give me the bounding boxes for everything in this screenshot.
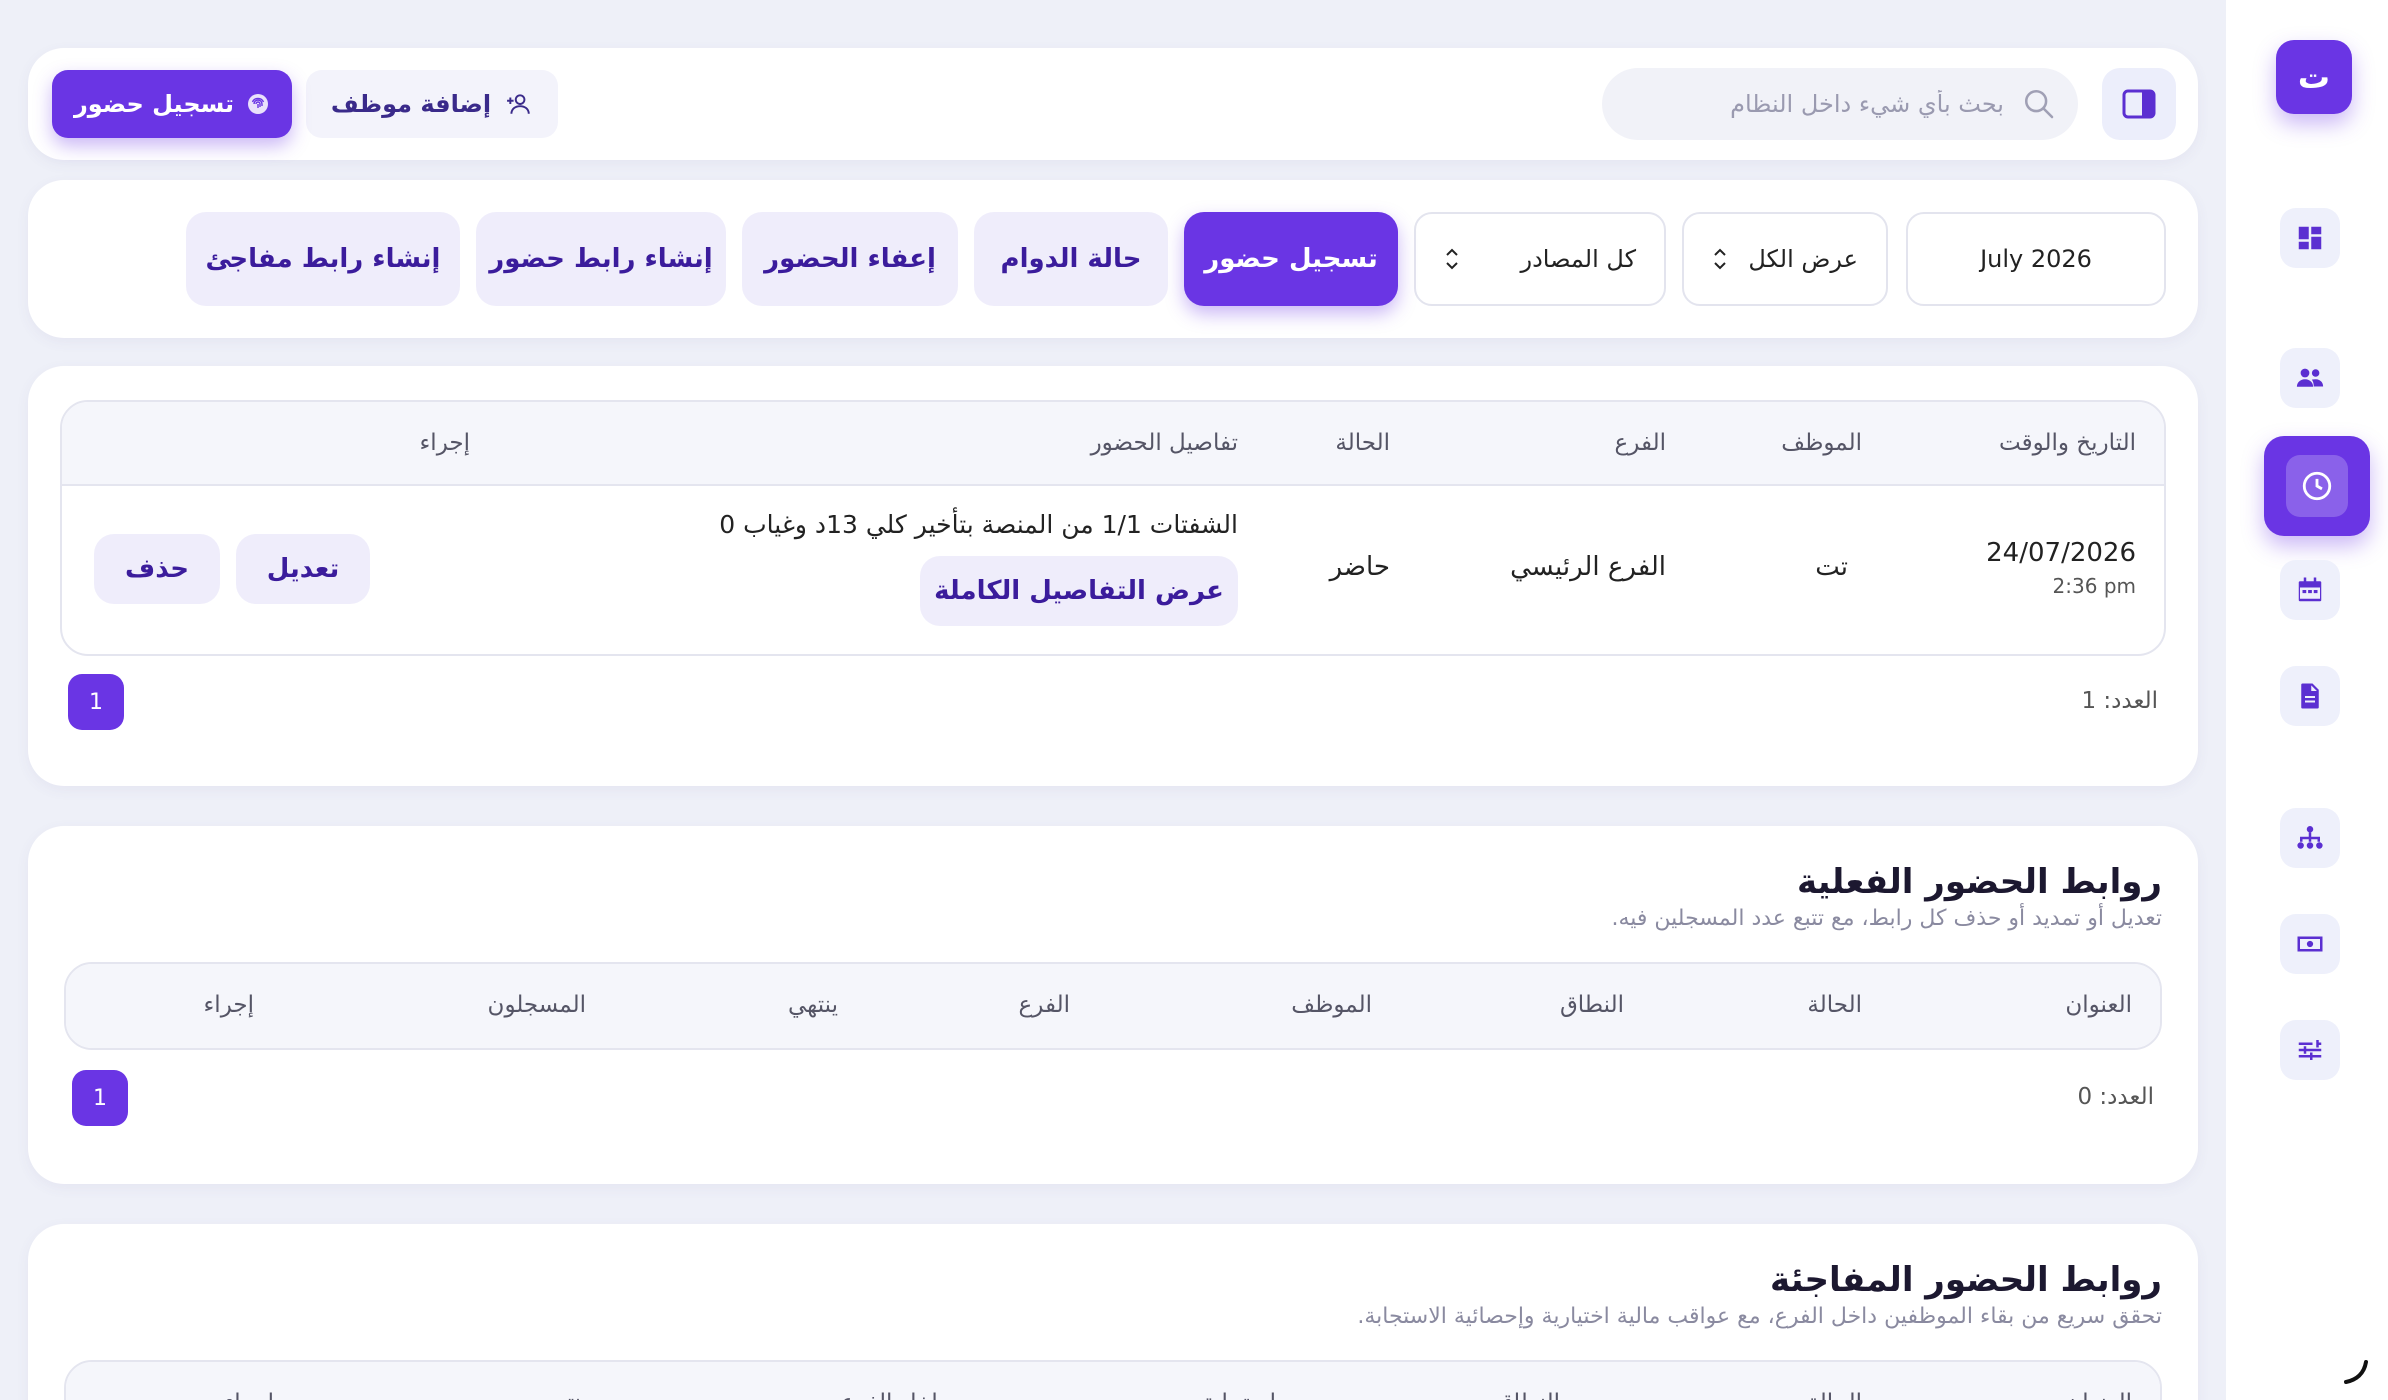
sidebar-item-payroll[interactable]	[2280, 914, 2340, 974]
tab-shift-status[interactable]: حالة الدوام	[974, 212, 1168, 306]
active-links-table: العنوان الحالة النطاق الموظف الفرع ينتهي…	[64, 962, 2162, 1050]
sidebar-item-employees[interactable]	[2280, 348, 2340, 408]
month-picker[interactable]: July 2026	[1906, 212, 2166, 306]
pagination-page-1[interactable]: 1	[72, 1070, 128, 1126]
col-ends: ينتهي	[787, 992, 838, 1018]
create-attendance-link-button[interactable]: إنشاء رابط حضور	[476, 212, 726, 306]
select-arrows-icon	[1446, 248, 1458, 270]
sidebar-item-attendance-inner	[2286, 455, 2348, 517]
col-inside-branch: داخل الفرع	[841, 1390, 948, 1400]
corner-loader-icon	[2344, 1360, 2368, 1384]
tab-attendance-exemption[interactable]: إعفاء الحضور	[742, 212, 958, 306]
global-search[interactable]	[1602, 68, 2078, 140]
active-links-subtitle: تعديل أو تمديد أو حذف كل رابط، مع تتبع ع…	[1611, 906, 2162, 931]
col-scope: النطاق	[1559, 992, 1624, 1018]
clock-icon	[2302, 471, 2332, 501]
attendance-records-card: التاريخ والوقت الموظف الفرع الحالة تفاصي…	[28, 366, 2198, 786]
document-icon	[2301, 683, 2319, 709]
col-scope: النطاق	[1496, 1390, 1560, 1400]
search-input[interactable]	[1624, 90, 2004, 118]
row-details-text: الشفتات 1/1 من المنصة بتأخير كلي 13د وغي…	[719, 510, 1238, 539]
surprise-links-card: روابط الحضور المفاجئة تحقق سريع من بقاء …	[28, 1224, 2198, 1400]
add-employee-label: إضافة موظف	[330, 90, 492, 118]
attendance-table: التاريخ والوقت الموظف الفرع الحالة تفاصي…	[60, 400, 2166, 656]
row-employee: تت	[1815, 552, 1848, 582]
table-row: 24/07/2026 2:36 pm تت الفرع الرئيسي حاضر…	[62, 486, 2164, 654]
select-arrows-icon	[1714, 248, 1726, 270]
view-select[interactable]: عرض الكل	[1682, 212, 1888, 306]
active-links-card: روابط الحضور الفعلية تعديل أو تمديد أو ح…	[28, 826, 2198, 1184]
sidebar-item-attendance[interactable]	[2264, 436, 2370, 536]
sidebar-item-calendar[interactable]	[2280, 560, 2340, 620]
add-user-icon	[507, 94, 530, 114]
sidebar-item-settings[interactable]	[2280, 1020, 2340, 1080]
active-links-table-header: العنوان الحالة النطاق الموظف الفرع ينتهي…	[66, 964, 2160, 1048]
col-ends: ينتهي	[538, 1390, 588, 1400]
sidebar-item-documents[interactable]	[2280, 666, 2340, 726]
app-logo-letter: ت	[2297, 58, 2331, 96]
month-picker-value: July 2026	[1980, 245, 2092, 273]
surprise-links-table-header: العنوان الحالة النطاق استجابة داخل الفرع…	[66, 1362, 2160, 1400]
col-action: إجراء	[203, 992, 254, 1018]
col-status: الحالة	[1807, 992, 1862, 1018]
col-branch: الفرع	[1614, 430, 1666, 456]
col-branch: الفرع	[1018, 992, 1070, 1018]
surprise-links-title: روابط الحضور المفاجئة	[1770, 1260, 2162, 1300]
col-title: العنوان	[2065, 1390, 2132, 1400]
row-time: 2:36 pm	[2052, 574, 2136, 598]
active-links-title: روابط الحضور الفعلية	[1797, 862, 2162, 902]
tab-record-attendance[interactable]: تسجيل حضور	[1184, 212, 1398, 306]
col-response: استجابة	[1203, 1390, 1276, 1400]
record-attendance-header-label: تسجيل حضور	[73, 90, 235, 118]
add-employee-button[interactable]: إضافة موظف	[306, 70, 558, 138]
source-select-value: كل المصادر	[1520, 245, 1637, 273]
surprise-links-subtitle: تحقق سريع من بقاء الموظفين داخل الفرع، م…	[1357, 1304, 2162, 1329]
dashboard-icon	[2298, 226, 2322, 250]
row-date: 24/07/2026	[1986, 538, 2136, 568]
view-full-details-button[interactable]: عرض التفاصيل الكاملة	[920, 556, 1238, 626]
attendance-table-header: التاريخ والوقت الموظف الفرع الحالة تفاصي…	[62, 402, 2164, 486]
sidebar-toggle-icon	[2122, 89, 2156, 119]
view-select-value: عرض الكل	[1748, 245, 1858, 273]
cash-icon	[2297, 936, 2323, 952]
org-chart-icon	[2297, 826, 2323, 849]
surprise-links-table: العنوان الحالة النطاق استجابة داخل الفرع…	[64, 1360, 2162, 1400]
fingerprint-icon	[248, 94, 269, 114]
pagination-page-1[interactable]: 1	[68, 674, 124, 730]
col-status: الحالة	[1807, 1390, 1862, 1400]
sidebar: ت	[2226, 0, 2388, 1400]
app-logo[interactable]: ت	[2276, 40, 2352, 114]
search-icon	[2024, 89, 2054, 119]
col-status: الحالة	[1335, 430, 1390, 456]
row-status: حاضر	[1329, 552, 1390, 582]
sidebar-item-organization[interactable]	[2280, 808, 2340, 868]
col-action: إجراء	[223, 1390, 274, 1400]
source-select[interactable]: كل المصادر	[1414, 212, 1666, 306]
col-registered: المسجلون	[487, 992, 586, 1018]
edit-button[interactable]: تعديل	[236, 534, 370, 604]
col-datetime: التاريخ والوقت	[1999, 430, 2136, 456]
settings-sliders-icon	[2298, 1040, 2322, 1060]
col-title: العنوان	[2065, 992, 2132, 1018]
record-attendance-header-button[interactable]: تسجيل حضور	[52, 70, 292, 138]
row-branch: الفرع الرئيسي	[1510, 552, 1666, 582]
delete-button[interactable]: حذف	[94, 534, 220, 604]
create-surprise-link-button[interactable]: إنشاء رابط مفاجئ	[186, 212, 460, 306]
sidebar-item-dashboard[interactable]	[2280, 208, 2340, 268]
filters-toolbar: July 2026 عرض الكل كل المصادر تسجيل حضور…	[28, 180, 2198, 338]
col-employee: الموظف	[1781, 430, 1862, 456]
col-employee: الموظف	[1291, 992, 1372, 1018]
attendance-count: العدد: 1	[2081, 688, 2158, 714]
users-icon	[2296, 368, 2324, 387]
active-links-count: العدد: 0	[2077, 1084, 2154, 1110]
sidebar-toggle-button[interactable]	[2102, 68, 2176, 140]
top-header: إضافة موظف تسجيل حضور	[28, 48, 2198, 160]
col-action: إجراء	[419, 430, 470, 456]
calendar-icon	[2298, 577, 2322, 602]
col-details: تفاصيل الحضور	[1090, 430, 1238, 456]
